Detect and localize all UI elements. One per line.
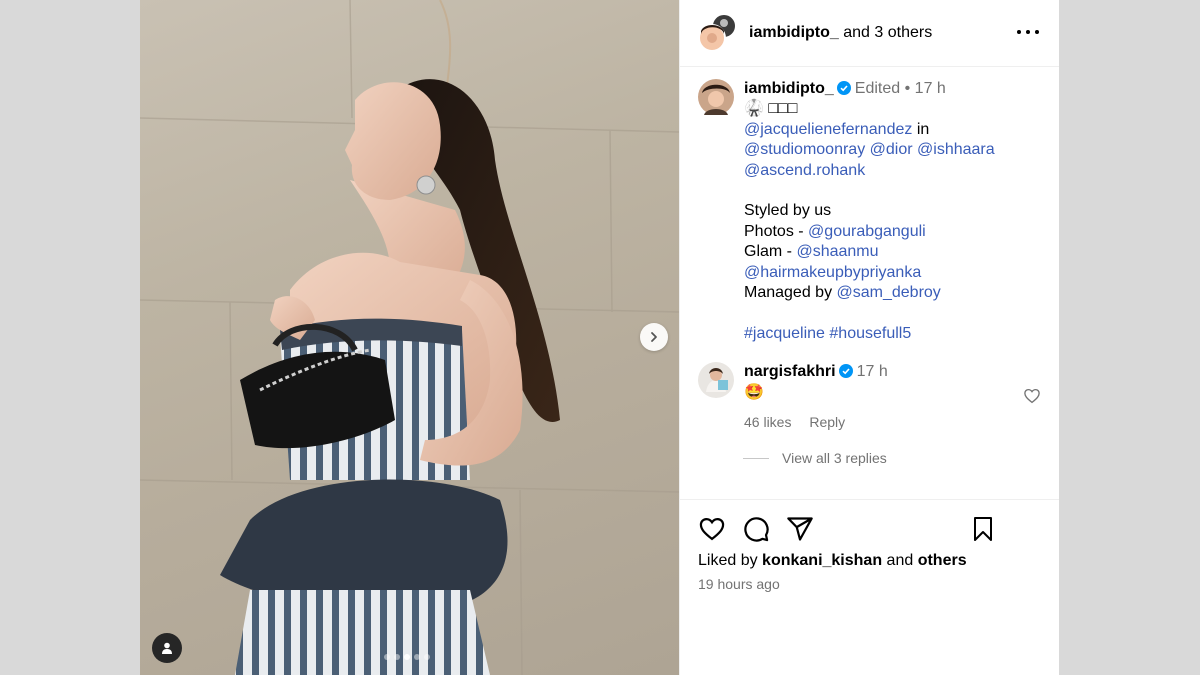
user-tag-icon <box>162 642 172 654</box>
more-options-button[interactable] <box>1017 24 1039 40</box>
avatar <box>698 13 737 52</box>
more-icon <box>1017 30 1021 34</box>
caption-line-emoji: 🥋 □□□ <box>744 100 798 118</box>
caption-styled: Styled by us <box>744 202 832 220</box>
chevron-right-icon <box>651 332 657 342</box>
comments-area[interactable]: iambidipto_ Edited • 17 h 🥋 □□□ @jacqueli… <box>680 67 1059 499</box>
mention-link[interactable]: @ascend.rohank <box>744 162 865 179</box>
replies-divider <box>743 457 769 459</box>
view-replies-button[interactable]: View all 3 replies <box>743 450 1041 466</box>
comment-avatar[interactable] <box>698 362 734 399</box>
comment-text: 🤩 <box>744 383 764 401</box>
carousel-dot <box>424 654 430 660</box>
mention-link[interactable]: @ishhaara <box>917 141 995 158</box>
comment-likes[interactable]: 46 likes <box>744 414 791 430</box>
owner-username[interactable]: iambidipto_ <box>749 24 839 41</box>
comment-time[interactable]: 17 h <box>857 363 888 380</box>
comment-item: nargisfakhri 17 h 🤩 46 likes Reply <box>698 362 1041 432</box>
caption-time[interactable]: 17 h <box>915 80 946 97</box>
mention-link[interactable]: @hairmakeupbypriyanka <box>744 264 921 281</box>
caption-label: Photos - <box>744 222 804 240</box>
caption-word: in <box>916 120 930 138</box>
tagged-users-button[interactable] <box>152 633 182 663</box>
comment-actions: 46 likes Reply <box>744 412 888 432</box>
post-side-panel: iambidipto_ and 3 others iambidipto_ Edi… <box>679 0 1059 675</box>
verified-icon <box>836 81 851 95</box>
liked-by-and: and <box>886 552 914 569</box>
mention-link[interactable]: @studiomoonray <box>744 141 865 158</box>
caption-label: Glam - <box>744 243 792 261</box>
carousel-dot <box>384 654 390 660</box>
comment-body: nargisfakhri 17 h 🤩 46 likes Reply <box>744 362 888 432</box>
caption-avatar[interactable] <box>698 79 734 115</box>
view-replies-label: View all 3 replies <box>782 450 887 467</box>
bookmark-icon[interactable] <box>971 516 995 542</box>
post-header-title: iambidipto_ and 3 others <box>749 24 932 42</box>
comment-username[interactable]: nargisfakhri <box>744 363 836 380</box>
mention-link[interactable]: @shaanmu <box>796 243 878 260</box>
post-header: iambidipto_ and 3 others <box>680 0 1059 67</box>
mention-link[interactable]: @dior <box>870 141 913 158</box>
post-actions: Liked by konkani_kishan and others 19 ho… <box>680 499 1059 675</box>
comment-heart-icon[interactable] <box>1023 387 1041 405</box>
meta-separator: • <box>904 80 911 97</box>
post-timestamp[interactable]: 19 hours ago <box>698 576 1041 592</box>
comment-icon[interactable] <box>742 515 770 543</box>
hashtag-link[interactable]: #housefull5 <box>829 325 911 342</box>
liked-by-prefix: Liked by <box>698 552 758 569</box>
caption-text: iambidipto_ Edited • 17 h 🥋 □□□ @jacqueli… <box>744 79 995 344</box>
carousel-dot <box>414 654 420 660</box>
page: iambidipto_ and 3 others iambidipto_ Edi… <box>0 0 1200 675</box>
carousel-dot <box>394 654 400 660</box>
photo-illustration <box>140 0 679 675</box>
reply-button[interactable]: Reply <box>809 414 845 430</box>
verified-icon <box>838 364 853 379</box>
hashtag-link[interactable]: #jacqueline <box>744 325 825 342</box>
carousel-indicator <box>384 654 430 660</box>
collab-avatars[interactable] <box>698 13 738 53</box>
caption-username[interactable]: iambidipto_ <box>744 80 834 97</box>
mention-link[interactable]: @jacquelienefernandez <box>744 121 912 138</box>
edited-label: Edited <box>854 80 901 97</box>
caption: iambidipto_ Edited • 17 h 🥋 □□□ @jacqueli… <box>698 79 1041 344</box>
next-slide-button[interactable] <box>640 323 668 351</box>
likes-summary: Liked by konkani_kishan and others <box>698 552 1041 570</box>
share-icon[interactable] <box>786 515 814 543</box>
post-dialog: iambidipto_ and 3 others iambidipto_ Edi… <box>140 0 1059 675</box>
mention-link[interactable]: @sam_debroy <box>837 284 941 301</box>
collab-suffix[interactable]: and 3 others <box>843 24 932 41</box>
caption-header: iambidipto_ Edited • 17 h <box>744 79 995 99</box>
post-image[interactable] <box>140 0 679 675</box>
mention-link[interactable]: @gourabganguli <box>808 223 926 240</box>
liked-by-user[interactable]: konkani_kishan <box>762 552 882 569</box>
carousel-dot-active <box>404 654 410 660</box>
heart-icon[interactable] <box>698 515 726 543</box>
caption-label: Managed by <box>744 284 833 302</box>
liked-by-others[interactable]: others <box>918 552 967 569</box>
